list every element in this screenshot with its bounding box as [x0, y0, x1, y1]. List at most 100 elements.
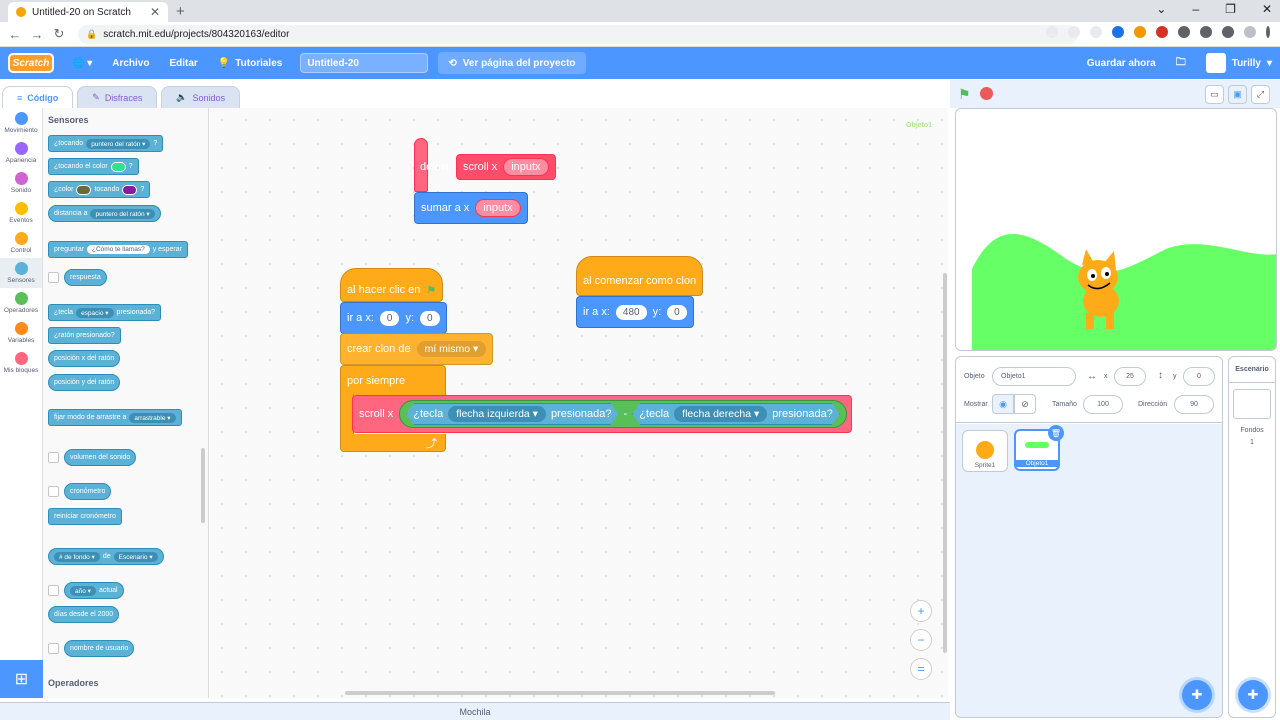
normal-stage-icon[interactable]: ▣: [1228, 85, 1247, 104]
mouse-y-block[interactable]: posición y del ratón: [48, 374, 121, 391]
small-stage-icon[interactable]: ▭: [1205, 85, 1224, 104]
size-input[interactable]: 100: [1083, 395, 1123, 414]
extension-c-icon[interactable]: [1156, 26, 1168, 38]
add-extension-button[interactable]: ⊞: [0, 660, 43, 698]
scroll-x-call-block[interactable]: scroll x ¿tecla flecha izquierda ▾ presi…: [352, 395, 852, 433]
mouse-x-block[interactable]: posición x del ratón: [48, 350, 121, 367]
create-clone-block[interactable]: crear clon de mí mismo ▾: [340, 333, 494, 365]
category-looks[interactable]: Apariencia: [0, 138, 42, 168]
back-icon[interactable]: ←: [4, 27, 26, 42]
change-x-block[interactable]: sumar a x inputx: [414, 192, 528, 224]
menu-icon[interactable]: [1266, 26, 1270, 38]
y-input[interactable]: 0: [420, 310, 440, 326]
backdrop-of-block[interactable]: # de fondo ▾ de Escenario ▾: [48, 548, 164, 565]
sprite-thumb-sprite1[interactable]: Sprite1: [962, 430, 1008, 472]
timer-checkbox[interactable]: [48, 486, 59, 497]
clone-go-to-xy-block[interactable]: ir a x: 480 y: 0: [576, 296, 694, 328]
extension-d-icon[interactable]: [1178, 26, 1190, 38]
reset-timer-block[interactable]: reiniciar cronómetro: [48, 508, 122, 525]
stage-selector[interactable]: Escenario Fondos 1: [1228, 356, 1276, 718]
key-left-menu[interactable]: flecha izquierda ▾: [448, 406, 546, 422]
tutorials-menu[interactable]: 💡 Tutoriales: [208, 47, 293, 79]
key-right-pressed-block[interactable]: ¿tecla flecha derecha ▾ presionada?: [632, 403, 840, 425]
new-tab-button[interactable]: +: [176, 3, 185, 20]
username-block[interactable]: nombre de usuario: [64, 640, 135, 657]
see-project-page-button[interactable]: ⟲ Ver página del proyecto: [438, 52, 586, 74]
backpack-bar[interactable]: Mochila: [0, 702, 950, 720]
touching-menu[interactable]: puntero del ratón ▾: [86, 138, 151, 149]
timer-block[interactable]: cronómetro: [64, 483, 112, 500]
palette-scrollbar[interactable]: [201, 448, 205, 523]
key-left-pressed-block[interactable]: ¿tecla flecha izquierda ▾ presionada?: [406, 403, 618, 425]
project-title-input[interactable]: Untitled-20: [300, 53, 429, 73]
y-position-input[interactable]: 0: [1183, 367, 1215, 386]
color-swatch[interactable]: [76, 184, 92, 195]
argument-reporter[interactable]: inputx: [503, 158, 549, 176]
color-swatch[interactable]: [122, 184, 138, 195]
touching-color-block[interactable]: ¿tocando el color?: [48, 158, 139, 175]
reload-icon[interactable]: ↻: [48, 26, 70, 42]
category-events[interactable]: Eventos: [0, 198, 42, 228]
show-visible-button[interactable]: ◉: [992, 394, 1014, 414]
clone-target-menu[interactable]: mí mismo ▾: [416, 341, 487, 357]
when-flag-clicked-block[interactable]: al hacer clic en ⚑: [340, 268, 444, 302]
backdrop-attribute-menu[interactable]: # de fondo ▾: [54, 551, 100, 562]
drag-mode-menu[interactable]: arrastrable ▾: [129, 412, 176, 423]
extension-b-icon[interactable]: [1134, 26, 1146, 38]
account-menu[interactable]: Turilly ▾: [1205, 53, 1272, 73]
current-block[interactable]: año ▾ actual: [64, 582, 124, 599]
star-icon[interactable]: [1090, 26, 1102, 38]
stop-button[interactable]: [980, 87, 993, 100]
x-input[interactable]: 480: [615, 304, 647, 320]
zoom-in-button[interactable]: +: [910, 600, 932, 622]
code-workspace[interactable]: Objeto1 definir scroll x inputx sumar a x…: [210, 108, 948, 698]
file-menu[interactable]: Archivo: [102, 47, 159, 79]
loudness-checkbox[interactable]: [48, 452, 59, 463]
answer-checkbox[interactable]: [48, 272, 59, 283]
ask-input[interactable]: ¿Cómo te llamas?: [86, 245, 150, 254]
category-my-blocks[interactable]: Mis bloques: [0, 348, 42, 378]
direction-input[interactable]: 90: [1174, 395, 1214, 414]
current-year-checkbox[interactable]: [48, 585, 59, 596]
color-swatch[interactable]: [110, 161, 126, 172]
fullscreen-icon[interactable]: ⤢: [1251, 85, 1270, 104]
category-sound[interactable]: Sonido: [0, 168, 42, 198]
distance-block[interactable]: distancia a puntero del ratón ▾: [48, 205, 161, 222]
tab-code[interactable]: ≡ Código: [2, 86, 74, 108]
key-right-menu[interactable]: flecha derecha ▾: [674, 406, 767, 422]
save-now-button[interactable]: Guardar ahora: [1087, 58, 1156, 69]
subtract-operator[interactable]: ¿tecla flecha izquierda ▾ presionada? - …: [399, 400, 847, 428]
current-menu[interactable]: año ▾: [70, 585, 96, 596]
edit-menu[interactable]: Editar: [159, 47, 207, 79]
of-target-menu[interactable]: Escenario ▾: [113, 551, 158, 562]
forward-icon[interactable]: →: [26, 27, 48, 42]
google-icon[interactable]: [1046, 26, 1058, 38]
close-window-icon[interactable]: ✕: [1262, 2, 1272, 16]
workspace-vertical-scrollbar[interactable]: [943, 273, 947, 653]
argument-reporter[interactable]: inputx: [475, 199, 521, 217]
x-input[interactable]: 0: [379, 310, 400, 326]
mouse-down-block[interactable]: ¿ratón presionado?: [48, 327, 121, 344]
loudness-block[interactable]: volumen del sonido: [64, 449, 137, 466]
answer-block[interactable]: respuesta: [64, 269, 107, 286]
username-checkbox[interactable]: [48, 643, 59, 654]
key-menu[interactable]: espacio ▾: [76, 307, 114, 318]
restore-icon[interactable]: ❐: [1225, 2, 1236, 16]
touching-block[interactable]: ¿tocando puntero del ratón ▾?: [48, 135, 164, 152]
category-motion[interactable]: Movimiento: [0, 108, 42, 138]
minimize-icon[interactable]: –: [1192, 2, 1199, 16]
chevron-down-icon[interactable]: ⌄: [1156, 2, 1166, 16]
y-input[interactable]: 0: [667, 304, 687, 320]
extension-a-icon[interactable]: [1112, 26, 1124, 38]
scratch-logo[interactable]: Scratch: [8, 53, 54, 73]
close-tab-icon[interactable]: ✕: [150, 5, 160, 19]
when-start-as-clone-block[interactable]: al comenzar como clon: [576, 256, 704, 296]
tab-costumes[interactable]: ✎ Disfraces: [77, 86, 158, 108]
category-operators[interactable]: Operadores: [0, 288, 42, 318]
ask-block[interactable]: preguntar ¿Cómo te llamas? y esperar: [48, 241, 188, 258]
category-control[interactable]: Control: [0, 228, 42, 258]
my-stuff-folder-icon[interactable]: 🗀: [1176, 55, 1186, 72]
profile-icon[interactable]: [1244, 26, 1256, 38]
sidebar-icon[interactable]: [1222, 26, 1234, 38]
prototype-block[interactable]: scroll x inputx: [455, 154, 556, 180]
